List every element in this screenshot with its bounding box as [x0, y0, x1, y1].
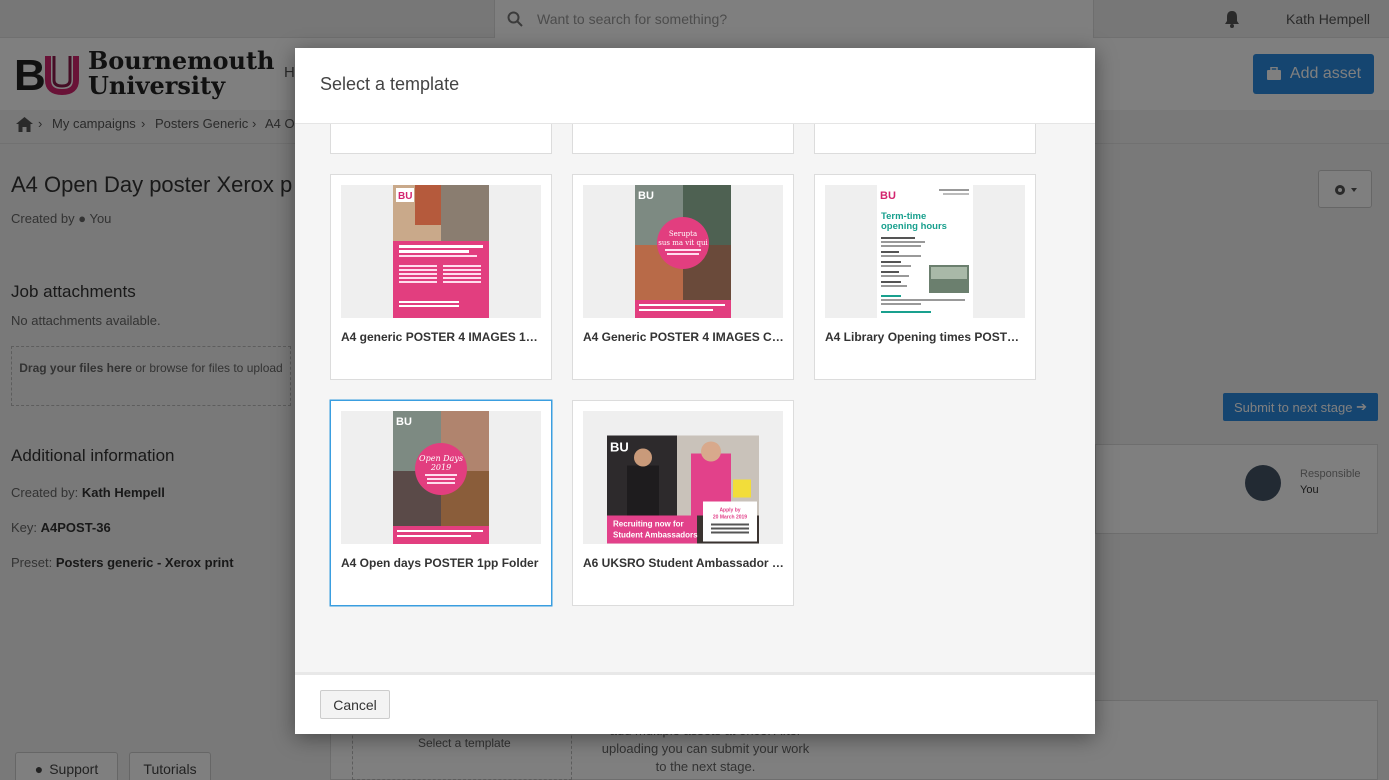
modal-title: Select a template	[320, 74, 460, 94]
poster-preview-image: BU Term-time opening hours	[877, 185, 973, 318]
template-name: A4 Generic POSTER 4 IMAGES CIRCLE 1pp Fo…	[583, 330, 785, 344]
svg-text:sus ma vit qui: sus ma vit qui	[658, 239, 708, 247]
template-card[interactable]	[814, 124, 1036, 154]
svg-text:20 March 2019: 20 March 2019	[713, 515, 747, 521]
poster-preview-image: BU	[393, 185, 489, 318]
template-grid: BU A4 generic POSTER 4 IMAGES 1pp Folder	[295, 124, 1095, 672]
template-thumbnail: BU Open Days 2019	[341, 411, 541, 544]
template-name: A6 UKSRO Student Ambassador Recruitment …	[583, 556, 785, 570]
modal-footer: Cancel	[295, 672, 1095, 734]
svg-text:BU: BU	[396, 416, 412, 428]
svg-text:BU: BU	[398, 191, 412, 202]
svg-text:2019: 2019	[430, 463, 451, 472]
template-name: A4 Library Opening times POSTER 1pp Fold…	[825, 330, 1027, 344]
svg-text:BU: BU	[610, 440, 629, 455]
svg-text:Open Days: Open Days	[419, 454, 463, 463]
cancel-button[interactable]: Cancel	[320, 690, 390, 719]
select-template-modal: Select a template BU A4 generic POSTER 4…	[295, 48, 1095, 734]
poster-preview-image: BU Open Days 2019	[393, 411, 489, 544]
template-card[interactable]	[572, 124, 794, 154]
svg-text:BU: BU	[880, 190, 896, 202]
template-card[interactable]: BU Open Days 2019 A4 Open days POSTER 1p…	[330, 400, 552, 606]
template-thumbnail: BU Recruiting now for Student Ambassador…	[583, 411, 783, 544]
svg-text:Serupta: Serupta	[669, 230, 697, 238]
svg-text:opening hours: opening hours	[881, 221, 947, 232]
svg-text:Student Ambassadors: Student Ambassadors	[613, 531, 698, 540]
template-card[interactable]: BU Term-time opening hours A4 Library Op…	[814, 174, 1036, 380]
poster-preview-image: BU Recruiting now for Student Ambassador…	[607, 435, 759, 544]
template-thumbnail: BU Serupta sus ma vit qui	[583, 185, 783, 318]
svg-text:Recruiting now for: Recruiting now for	[613, 520, 684, 529]
template-card[interactable]: BU A4 generic POSTER 4 IMAGES 1pp Folder	[330, 174, 552, 380]
template-name: A4 generic POSTER 4 IMAGES 1pp Folder	[341, 330, 543, 344]
svg-text:Apply by: Apply by	[719, 508, 740, 514]
template-card[interactable]: BU Recruiting now for Student Ambassador…	[572, 400, 794, 606]
template-thumbnail: BU	[341, 185, 541, 318]
thumb-bu-logo: BU	[638, 190, 654, 202]
template-name: A4 Open days POSTER 1pp Folder	[341, 556, 539, 570]
template-card[interactable]: BU Serupta sus ma vit qui A4 Generic POS…	[572, 174, 794, 380]
poster-preview-image: BU Serupta sus ma vit qui	[635, 185, 731, 318]
template-card[interactable]	[330, 124, 552, 154]
modal-header: Select a template	[295, 48, 1095, 124]
template-thumbnail: BU Term-time opening hours	[825, 185, 1025, 318]
